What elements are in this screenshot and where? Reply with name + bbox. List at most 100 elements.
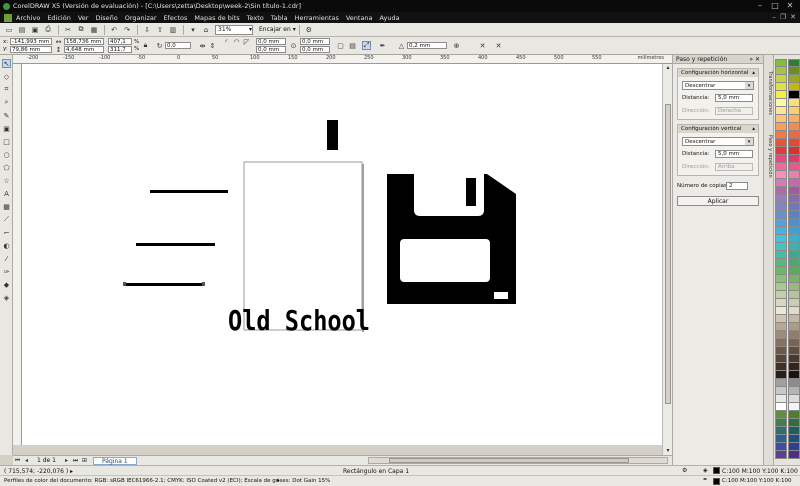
scale-y-input[interactable]: 311,7 (108, 46, 132, 53)
palette-swatch[interactable] (775, 299, 787, 307)
palette-swatch[interactable] (775, 355, 787, 363)
palette-swatch[interactable] (775, 227, 787, 235)
palette-swatch[interactable] (788, 155, 800, 163)
last-page-icon[interactable]: ⏭ (71, 457, 80, 465)
ellipse-tool-icon[interactable]: ○ (2, 150, 11, 159)
palette-swatch[interactable] (775, 163, 787, 171)
vertical-mode-select[interactable]: Descentrar ▾ (682, 137, 754, 146)
next-page-icon[interactable]: ▸ (62, 457, 71, 465)
add-page-icon[interactable]: ⊞ (80, 457, 89, 465)
to-front-icon[interactable]: ✕ (478, 41, 487, 50)
palette-swatch[interactable] (775, 363, 787, 371)
x-position-input[interactable]: -141,993 mm (10, 38, 52, 45)
palette-swatch[interactable] (775, 123, 787, 131)
palette-swatch[interactable] (775, 371, 787, 379)
selection-handle[interactable] (123, 282, 126, 286)
palette-swatch[interactable] (788, 451, 800, 459)
artwork-block[interactable] (327, 120, 338, 150)
palette-swatch[interactable] (775, 283, 787, 291)
palette-swatch[interactable] (788, 395, 800, 403)
palette-swatch[interactable] (775, 115, 787, 123)
palette-swatch[interactable] (788, 251, 800, 259)
palette-swatch[interactable] (788, 147, 800, 155)
corner-radius-bottom-left[interactable]: 0,0 mm (256, 46, 286, 53)
palette-swatch[interactable] (788, 411, 800, 419)
lock-ratio-icon[interactable]: 🔒︎ (141, 41, 150, 50)
palette-swatch[interactable] (788, 267, 800, 275)
palette-swatch[interactable] (775, 259, 787, 267)
palette-swatch[interactable] (788, 363, 800, 371)
palette-swatch[interactable] (788, 115, 800, 123)
palette-swatch[interactable] (788, 323, 800, 331)
palette-swatch[interactable] (788, 283, 800, 291)
menu-mapas-de-bits[interactable]: Mapas de bits (194, 14, 239, 22)
cut-icon[interactable]: ✂ (62, 24, 74, 35)
menu-herramientas[interactable]: Herramientas (295, 14, 339, 22)
eyedropper-tool-icon[interactable]: ⁄ (2, 254, 11, 263)
palette-swatch[interactable] (775, 131, 787, 139)
menu-ventana[interactable]: Ventana (346, 14, 373, 22)
y-position-input[interactable]: 79,86 mm (10, 46, 52, 53)
palette-swatch[interactable] (775, 211, 787, 219)
palette-swatch[interactable] (775, 395, 787, 403)
welcome-screen-icon[interactable]: ⌂ (200, 24, 212, 35)
palette-swatch[interactable] (788, 107, 800, 115)
palette-swatch[interactable] (775, 203, 787, 211)
vertical-scroll-thumb[interactable] (665, 104, 671, 404)
import-icon[interactable]: ⇩ (141, 24, 153, 35)
palette-swatch[interactable] (775, 171, 787, 179)
menu-tabla[interactable]: Tabla (271, 14, 288, 22)
minimize-icon[interactable]: – (754, 1, 766, 10)
text-tool-icon[interactable]: A (2, 189, 11, 198)
settings-icon[interactable]: ⚙ (682, 467, 687, 474)
palette-swatch[interactable] (788, 99, 800, 107)
palette-swatch[interactable] (788, 227, 800, 235)
palette-swatch[interactable] (775, 219, 787, 227)
vertical-ruler[interactable] (13, 64, 22, 445)
palette-swatch[interactable] (775, 267, 787, 275)
palette-swatch[interactable] (788, 419, 800, 427)
crop-tool-icon[interactable]: ⌗ (2, 85, 11, 94)
freehand-tool-icon[interactable]: ✎ (2, 111, 11, 120)
wrap-paragraph-icon[interactable]: ⊕ (452, 41, 461, 50)
palette-swatch[interactable] (788, 83, 800, 91)
palette-swatch[interactable] (788, 291, 800, 299)
corner-radius-top-left[interactable]: 0,0 mm (256, 38, 286, 45)
dimension-tool-icon[interactable]: ⟋ (2, 215, 11, 224)
corner-chamfer-icon[interactable]: ◸ (242, 37, 251, 46)
palette-swatch[interactable] (788, 131, 800, 139)
doc-restore-icon[interactable]: ❐ (780, 13, 786, 21)
vertical-scrollbar[interactable]: ▴ ▾ (662, 64, 672, 455)
horizontal-distance-input[interactable]: 5,0 mm (715, 94, 753, 102)
horizontal-scrollbar[interactable] (368, 457, 668, 464)
palette-swatch[interactable] (775, 75, 787, 83)
palette-swatch[interactable] (788, 379, 800, 387)
snap-to-dropdown[interactable]: Encajar en ▾ (259, 25, 296, 35)
palette-swatch[interactable] (788, 187, 800, 195)
horizontal-scroll-thumb[interactable] (389, 458, 629, 463)
polygon-tool-icon[interactable]: ⬠ (2, 163, 11, 172)
palette-swatch[interactable] (775, 107, 787, 115)
palette-swatch[interactable] (775, 427, 787, 435)
palette-swatch[interactable] (775, 451, 787, 459)
palette-swatch[interactable] (788, 75, 800, 83)
palette-swatch[interactable] (775, 419, 787, 427)
palette-swatch[interactable] (775, 155, 787, 163)
horizontal-ruler[interactable]: -200 -150 -100 -50 0 50 100 150 200 250 … (13, 55, 672, 64)
palette-swatch[interactable] (775, 387, 787, 395)
menu-texto[interactable]: Texto (247, 14, 264, 22)
palette-swatch[interactable] (775, 147, 787, 155)
palette-swatch[interactable] (788, 435, 800, 443)
palette-swatch[interactable] (788, 203, 800, 211)
vertical-distance-input[interactable]: 5,0 mm (715, 150, 753, 158)
width-input[interactable]: 158,736 mm (64, 38, 104, 45)
close-icon[interactable]: ✕ (784, 1, 796, 10)
undo-icon[interactable]: ↶ (108, 24, 120, 35)
palette-swatch[interactable] (788, 275, 800, 283)
menu-ver[interactable]: Ver (78, 14, 89, 22)
palette-swatch[interactable] (775, 195, 787, 203)
palette-swatch[interactable] (788, 371, 800, 379)
outline-width-select[interactable]: 0,2 mm (407, 42, 447, 49)
palette-swatch[interactable] (775, 59, 787, 67)
palette-swatch[interactable] (788, 347, 800, 355)
